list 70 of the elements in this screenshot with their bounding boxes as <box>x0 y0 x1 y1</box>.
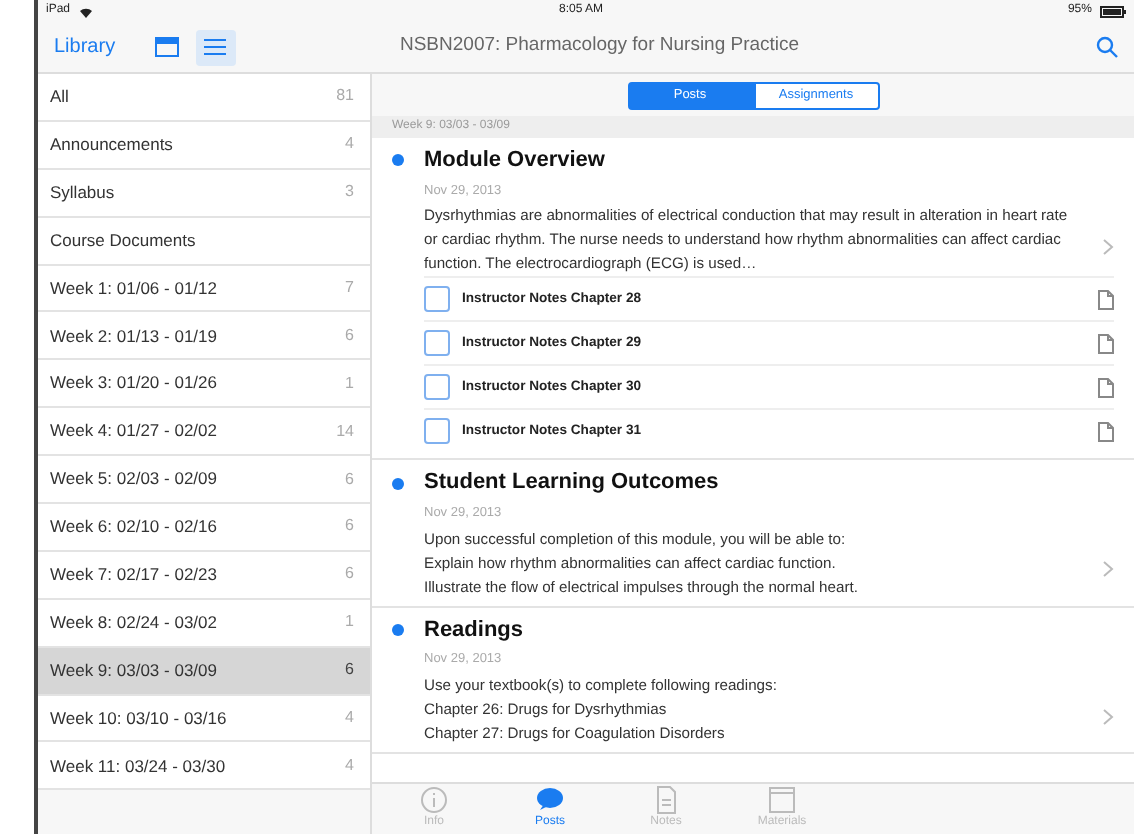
notes-icon <box>652 786 680 814</box>
post-title[interactable]: Module Overview <box>424 144 605 177</box>
sidebar-item[interactable]: Week 2: 01/13 - 01/19 6 <box>38 312 370 361</box>
item-label: Announcements <box>50 131 173 158</box>
item-label: Week 9: 03/03 - 03/09 <box>50 657 217 683</box>
chevron-icon[interactable] <box>1102 238 1114 256</box>
sidebar-item[interactable]: Week 1: 01/06 - 01/12 7 <box>38 265 370 313</box>
item-label: Course Documents <box>50 227 196 253</box>
checkbox[interactable] <box>424 330 450 357</box>
chevron-icon[interactable] <box>1102 707 1114 725</box>
posts-icon <box>536 786 564 814</box>
checkbox[interactable] <box>424 418 450 445</box>
item-label: Week 1: 01/06 - 01/12 <box>50 275 217 301</box>
item-count: 4 <box>345 753 354 778</box>
item-count: 4 <box>345 706 354 731</box>
sidebar-item[interactable]: All 81 <box>38 74 370 122</box>
sidebar-item[interactable]: Announcements 4 <box>38 121 370 170</box>
item-count: 1 <box>345 610 354 635</box>
item-label: Week 6: 02/10 - 02/16 <box>50 514 217 540</box>
sidebar-item[interactable]: Week 6: 02/10 - 02/16 6 <box>38 504 370 552</box>
battery-icon <box>1099 5 1126 17</box>
sidebar-item[interactable]: Syllabus 3 <box>38 169 370 218</box>
item-count: 81 <box>336 84 354 109</box>
item-label: Week 5: 02/03 - 02/09 <box>50 466 217 492</box>
checkbox[interactable] <box>424 286 450 313</box>
document-icon <box>1098 377 1114 398</box>
sidebar-item[interactable]: Week 7: 02/17 - 02/23 6 <box>38 551 370 600</box>
grid-icon <box>154 36 181 58</box>
item-label: Syllabus <box>50 179 115 206</box>
post-title[interactable]: Student Learning Outcomes <box>424 466 719 500</box>
list-icon <box>202 36 229 58</box>
chevron-icon[interactable] <box>1102 560 1114 579</box>
library-button[interactable]: Library <box>54 32 116 62</box>
sidebar-item[interactable]: Week 8: 02/24 - 03/02 1 <box>38 599 370 648</box>
item-label: Week 8: 02/24 - 03/02 <box>50 609 217 636</box>
item-count: 3 <box>345 180 354 205</box>
item-count: 7 <box>345 276 354 300</box>
document-icon <box>1098 289 1114 310</box>
item-label: Week 3: 01/20 - 01/26 <box>50 370 217 397</box>
sidebar-item[interactable]: Course Documents <box>38 217 370 266</box>
item-label: Week 7: 02/17 - 02/23 <box>50 561 217 588</box>
sidebar-item[interactable]: Week 10: 03/10 - 03/16 4 <box>38 695 370 743</box>
sidebar-item[interactable]: Week 4: 01/27 - 02/02 14 <box>38 408 370 457</box>
checkbox[interactable] <box>424 374 450 401</box>
sidebar-item[interactable]: Week 11: 03/24 - 03/30 4 <box>38 742 370 791</box>
item-count: 6 <box>345 467 354 492</box>
document-icon <box>1098 421 1114 442</box>
item-count: 14 <box>336 419 354 444</box>
post-title[interactable]: Readings <box>424 613 524 646</box>
sidebar-item[interactable]: Week 5: 02/03 - 02/09 6 <box>38 456 370 505</box>
sidebar-item[interactable]: Week 9: 03/03 - 03/09 6 <box>38 647 370 696</box>
item-count: 6 <box>345 658 354 683</box>
item-count: 6 <box>345 562 354 587</box>
list-view-button[interactable] <box>195 29 236 65</box>
item-label: Week 10: 03/10 - 03/16 <box>50 705 227 731</box>
item-label: All <box>50 84 69 110</box>
item-count: 1 <box>345 371 354 396</box>
info-icon <box>420 786 448 814</box>
item-count: 6 <box>345 514 354 539</box>
sidebar-item[interactable]: Week 3: 01/20 - 01/26 1 <box>38 360 370 409</box>
item-label: Week 11: 03/24 - 03/30 <box>50 753 226 779</box>
search-icon[interactable] <box>1096 36 1118 58</box>
item-count: 6 <box>345 323 354 348</box>
item-count: 4 <box>345 132 354 157</box>
wifi-icon <box>78 5 95 17</box>
item-label: Week 4: 01/27 - 02/02 <box>50 418 217 445</box>
document-icon <box>1098 333 1114 354</box>
materials-icon <box>768 786 796 814</box>
course-title: NSBN2007: Pharmacology for Nursing Practice <box>397 32 802 61</box>
item-label: Week 2: 01/13 - 01/19 <box>50 323 217 349</box>
